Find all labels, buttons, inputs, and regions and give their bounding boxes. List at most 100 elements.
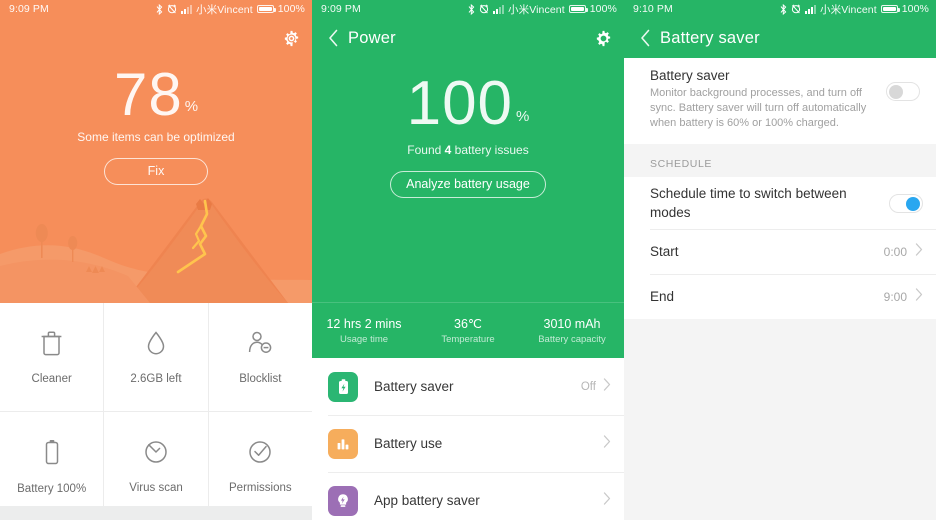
battery-icon (43, 438, 61, 471)
person-block-icon (247, 330, 273, 361)
list-item-app-battery-saver[interactable]: App battery saver (312, 472, 624, 520)
tile-row: Battery 100% Virus scan Permissions (0, 411, 312, 520)
droplet-icon (145, 330, 167, 361)
cleaner-score: 78 % (0, 64, 312, 126)
back-chevron-icon[interactable] (634, 27, 656, 49)
stat-label: Temperature (441, 334, 495, 345)
chevron-right-icon (603, 377, 611, 396)
battery-stats-row: 12 hrs 2 mins Usage time 36℃ Temperature… (312, 302, 624, 358)
stat-label: Battery capacity (538, 333, 606, 345)
tile-virus-scan[interactable]: Virus scan (103, 412, 207, 520)
carrier-label: 小米Vincent (508, 3, 565, 16)
schedule-toggle[interactable] (889, 193, 923, 213)
toggle-knob (906, 196, 920, 211)
stat-label: Usage time (339, 333, 389, 345)
shortcut-tile-grid: Cleaner 2.6GB left Blocklist Battery 100… (0, 303, 312, 520)
power-score: 100 % (312, 72, 624, 136)
signal-bars-icon (805, 4, 816, 14)
toggle-knob (889, 85, 903, 99)
alarm-off-icon (479, 4, 489, 14)
stat-value: 12 hrs 2 mins (326, 316, 402, 331)
power-settings-list: Battery saver Off Battery use App batter… (312, 358, 624, 520)
cleaner-app-bar (0, 18, 312, 58)
cleaner-score-value: 78 (113, 61, 183, 128)
section-label: SCHEDULE (650, 158, 712, 170)
alarm-off-icon (791, 4, 801, 14)
fix-button[interactable]: Fix (104, 158, 208, 185)
cleaner-score-unit: % (184, 98, 199, 115)
card-title: Battery saver (650, 68, 730, 83)
stat-usage-time: 12 hrs 2 mins Usage time (312, 317, 416, 345)
cleaner-score-block: 78 % Some items can be optimized Fix (0, 64, 312, 185)
tile-label: Blocklist (239, 372, 282, 385)
row-start-time[interactable]: Start 0:00 (624, 229, 936, 274)
row-end-time[interactable]: End 9:00 (624, 274, 936, 319)
bar-chart-icon (328, 428, 358, 459)
cleaner-hero: 9:09 PM 小米Vincent 100% 78 % Some items c… (0, 0, 312, 303)
tile-permissions[interactable]: Permissions (207, 412, 312, 520)
tile-storage[interactable]: 2.6GB left (103, 303, 207, 411)
card-description: Monitor background processes, and turn o… (650, 87, 867, 129)
stat-value: 3010 mAh (543, 316, 601, 331)
tile-blocklist[interactable]: Blocklist (207, 303, 312, 411)
list-item-label: Battery saver (374, 379, 454, 394)
signal-bars-icon (493, 4, 504, 14)
status-bar: 9:09 PM 小米Vincent 100% (312, 0, 624, 18)
list-item-label: Battery use (374, 436, 443, 451)
bluetooth-icon (468, 3, 475, 15)
power-hero: 9:09 PM 小米Vincent 100% Power 100 % Found… (312, 0, 624, 358)
chevron-right-icon (603, 434, 611, 453)
chevron-right-icon (603, 491, 611, 510)
power-subtitle-suffix: battery issues (451, 143, 529, 157)
list-item-battery-use[interactable]: Battery use (312, 415, 624, 472)
gear-icon[interactable] (280, 27, 302, 49)
stat-value: 36℃ (454, 317, 482, 331)
tile-label: Permissions (229, 481, 292, 494)
gear-icon[interactable] (592, 27, 614, 49)
check-circle-icon (247, 439, 273, 470)
battery-bolt-icon (328, 371, 358, 402)
scan-clock-icon (143, 439, 169, 470)
battery-icon (568, 5, 588, 13)
power-subtitle: Found 4 battery issues (312, 143, 624, 157)
battery-percent-label: 100% (589, 3, 617, 15)
status-time: 9:10 PM (633, 3, 673, 15)
screenshot-triptych: 9:09 PM 小米Vincent 100% 78 % Some items c… (0, 0, 936, 520)
trash-icon (40, 330, 63, 361)
back-chevron-icon[interactable] (322, 27, 344, 49)
battery-icon (256, 5, 276, 13)
tile-label: Cleaner (31, 372, 72, 385)
bluetooth-icon (780, 3, 787, 15)
row-value: 0:00 (883, 244, 907, 259)
tile-label: Virus scan (129, 481, 183, 494)
carrier-label: 小米Vincent (196, 3, 253, 16)
battery-saver-toggle[interactable] (886, 82, 920, 101)
power-subtitle-prefix: Found (407, 143, 445, 157)
battery-icon (880, 5, 900, 13)
saver-app-bar: Battery saver (624, 18, 936, 58)
bottom-strip (0, 506, 312, 520)
tile-cleaner[interactable]: Cleaner (0, 303, 103, 411)
analyze-battery-usage-button[interactable]: Analyze battery usage (390, 171, 546, 198)
panel-security-home: 9:09 PM 小米Vincent 100% 78 % Some items c… (0, 0, 312, 520)
page-title: Battery saver (660, 28, 760, 47)
row-label: End (650, 289, 675, 304)
status-bar: 9:10 PM 小米Vincent 100% (624, 0, 936, 18)
tile-battery[interactable]: Battery 100% (0, 412, 103, 520)
stat-temperature: 36℃ Temperature (416, 316, 520, 345)
tile-row: Cleaner 2.6GB left Blocklist (0, 303, 312, 411)
panel-power: 9:09 PM 小米Vincent 100% Power 100 % Found… (312, 0, 624, 520)
list-item-battery-saver[interactable]: Battery saver Off (312, 358, 624, 415)
list-item-value: Off (580, 380, 596, 393)
bluetooth-icon (156, 3, 163, 15)
row-schedule-toggle[interactable]: Schedule time to switch between modes (624, 177, 936, 229)
schedule-section-header: SCHEDULE (624, 147, 936, 177)
chevron-right-icon (915, 242, 923, 261)
carrier-label: 小米Vincent (820, 3, 877, 16)
saver-top-bar: 9:10 PM 小米Vincent 100% Battery saver (624, 0, 936, 58)
page-title: Power (348, 28, 396, 47)
tile-label: Battery 100% (17, 482, 87, 495)
row-label: Schedule time to switch between modes (650, 186, 847, 220)
status-bar: 9:09 PM 小米Vincent 100% (0, 0, 312, 18)
power-score-unit: % (516, 108, 530, 125)
